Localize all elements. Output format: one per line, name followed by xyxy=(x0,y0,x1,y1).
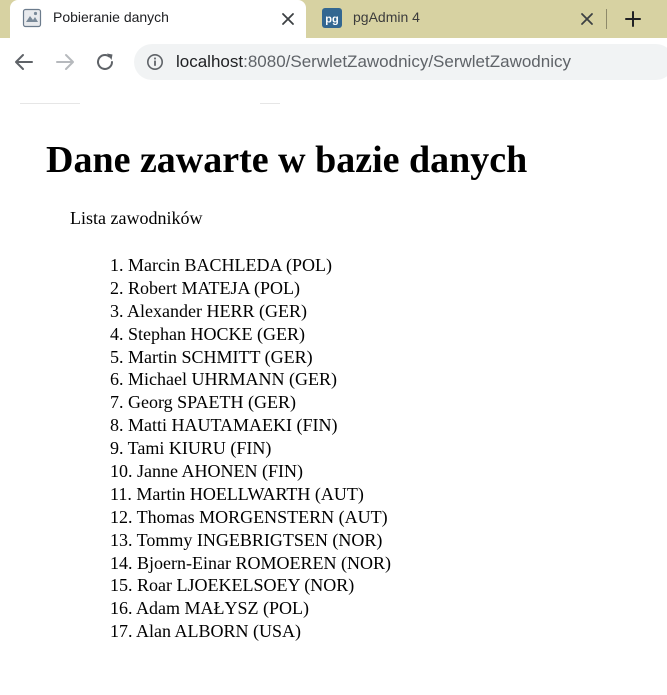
close-icon[interactable] xyxy=(577,9,597,29)
info-icon[interactable] xyxy=(146,53,164,71)
tab-title: pgAdmin 4 xyxy=(353,9,420,25)
list-heading: Lista zawodników xyxy=(70,208,203,228)
list-item: 14. Bjoern-Einar ROMOEREN (NOR) xyxy=(110,552,391,573)
list-item: 13. Tommy INGEBRIGTSEN (NOR) xyxy=(110,529,383,550)
browser-toolbar: localhost:8080/SerwletZawodnicy/SerwletZ… xyxy=(0,38,667,86)
list-item: 17. Alan ALBORN (USA) xyxy=(110,621,302,642)
list-item: 9. Tami KIURU (FIN) xyxy=(110,438,272,459)
list-item: 4. Stephan HOCKE (GER) xyxy=(110,323,305,344)
pgadmin-icon: pg xyxy=(322,8,342,28)
list-item: 7. Georg SPAETH (GER) xyxy=(110,392,297,413)
back-arrow-icon[interactable] xyxy=(12,50,36,74)
url-text[interactable]: localhost:8080/SerwletZawodnicy/SerwletZ… xyxy=(176,52,571,72)
list-item: 2. Robert MATEJA (POL) xyxy=(110,277,300,298)
url-path: :8080/SerwletZawodnicy/SerwletZawodnicy xyxy=(243,52,571,71)
tab-separator xyxy=(606,9,607,29)
tab-title: Pobieranie danych xyxy=(53,9,169,25)
list-item: 6. Michael UHRMANN (GER) xyxy=(110,369,337,390)
list-item: 16. Adam MAŁYSZ (POL) xyxy=(110,598,309,619)
tab-strip: Pobieranie danych pg pgAdmin 4 xyxy=(0,0,667,38)
reload-icon[interactable] xyxy=(93,50,117,74)
tab-pobieranie-danych[interactable]: Pobieranie danych xyxy=(10,0,306,38)
new-tab-icon[interactable] xyxy=(622,8,644,30)
svg-text:pg: pg xyxy=(325,14,338,26)
page-favicon-icon xyxy=(22,8,42,28)
forward-arrow-icon[interactable] xyxy=(53,50,77,74)
page-title: Dane zawarte w bazie danych xyxy=(46,139,528,181)
list-item: 1. Marcin BACHLEDA (POL) xyxy=(110,255,332,275)
tab-pgadmin[interactable]: pg pgAdmin 4 xyxy=(306,0,606,38)
list-item: 8. Matti HAUTAMAEKI (FIN) xyxy=(110,415,338,436)
address-bar[interactable]: localhost:8080/SerwletZawodnicy/SerwletZ… xyxy=(134,44,667,80)
list-item: 15. Roar LJOEKELSOEY (NOR) xyxy=(110,575,355,596)
list-item: 3. Alexander HERR (GER) xyxy=(110,300,307,321)
list-item: 5. Martin SCHMITT (GER) xyxy=(110,346,313,367)
url-host: localhost xyxy=(176,52,244,71)
players-list: 1. Marcin BACHLEDA (POL) 2. Robert MATEJ… xyxy=(110,254,391,643)
list-item: 11. Martin HOELLWARTH (AUT) xyxy=(110,483,364,504)
close-icon[interactable] xyxy=(278,9,298,29)
page-content: Dane zawarte w bazie danych Lista zawodn… xyxy=(0,86,667,695)
list-item: 10. Janne AHONEN (FIN) xyxy=(110,461,303,482)
list-item: 12. Thomas MORGENSTERN (AUT) xyxy=(110,506,388,527)
